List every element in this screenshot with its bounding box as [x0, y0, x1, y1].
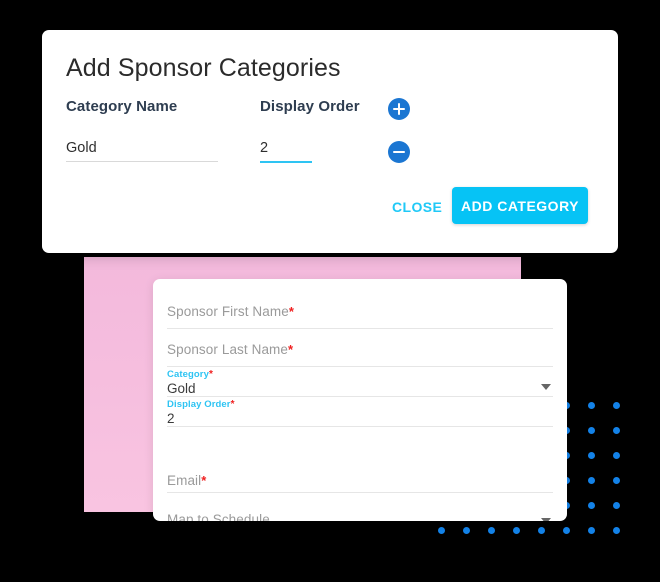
field-display-order[interactable]: Display Order* 2: [167, 397, 553, 427]
minus-horizontal-bar: [393, 151, 405, 154]
field-map-to-schedule[interactable]: Map to Schedule: [167, 493, 553, 521]
minus-circle-icon[interactable]: [388, 141, 410, 163]
grid-dot: [463, 527, 470, 534]
grid-dot: [613, 452, 620, 459]
add-category-button[interactable]: ADD CATEGORY: [452, 187, 588, 224]
field-sponsor-first-name[interactable]: Sponsor First Name*: [167, 291, 553, 329]
category-label-text: Category: [167, 369, 209, 380]
sponsor-last-name-placeholder: Sponsor Last Name: [167, 342, 289, 357]
grid-dot: [588, 527, 595, 534]
form-spacer: [167, 427, 553, 455]
required-marker: *: [288, 304, 294, 319]
display-order-input[interactable]: [260, 140, 312, 163]
column-header-category-name: Category Name: [66, 98, 178, 115]
grid-dot: [438, 527, 445, 534]
sponsor-form-card: Sponsor First Name* Sponsor Last Name* C…: [153, 279, 567, 521]
field-category[interactable]: Category* Gold: [167, 367, 553, 397]
grid-dot: [513, 527, 520, 534]
grid-dot: [613, 527, 620, 534]
chevron-down-icon[interactable]: [541, 384, 551, 390]
required-marker: *: [208, 369, 213, 380]
grid-dot: [588, 427, 595, 434]
category-value: Gold: [167, 381, 196, 396]
grid-dot: [588, 477, 595, 484]
grid-dot: [588, 502, 595, 509]
category-label: Category*: [167, 370, 553, 380]
field-sponsor-last-name[interactable]: Sponsor Last Name*: [167, 329, 553, 367]
column-header-display-order: Display Order: [260, 98, 360, 115]
field-email[interactable]: Email*: [167, 455, 553, 493]
required-marker: *: [288, 342, 294, 357]
sponsor-first-name-placeholder: Sponsor First Name: [167, 304, 289, 319]
plus-circle-icon[interactable]: [388, 98, 410, 120]
grid-dot: [613, 402, 620, 409]
screenshot-stage: Sponsor First Name* Sponsor Last Name* C…: [0, 0, 660, 582]
grid-dot: [488, 527, 495, 534]
add-sponsor-categories-dialog: Add Sponsor Categories Category Name Dis…: [42, 30, 618, 253]
grid-dot: [613, 477, 620, 484]
grid-dot: [538, 527, 545, 534]
map-to-schedule-placeholder: Map to Schedule: [167, 512, 270, 521]
display-order-value: 2: [167, 411, 175, 426]
display-order-label: Display Order*: [167, 400, 553, 410]
plus-vertical-bar: [397, 103, 401, 115]
grid-dot: [563, 527, 570, 534]
grid-dot: [588, 452, 595, 459]
dialog-title: Add Sponsor Categories: [66, 54, 341, 82]
grid-dot: [588, 402, 595, 409]
grid-dot: [613, 427, 620, 434]
required-marker: *: [230, 399, 235, 410]
display-order-label-text: Display Order: [167, 399, 231, 410]
grid-dot: [613, 502, 620, 509]
required-marker: *: [201, 473, 207, 488]
chevron-down-icon[interactable]: [541, 518, 551, 521]
email-placeholder: Email: [167, 473, 202, 488]
category-name-input[interactable]: [66, 140, 218, 162]
close-button[interactable]: CLOSE: [378, 190, 456, 224]
